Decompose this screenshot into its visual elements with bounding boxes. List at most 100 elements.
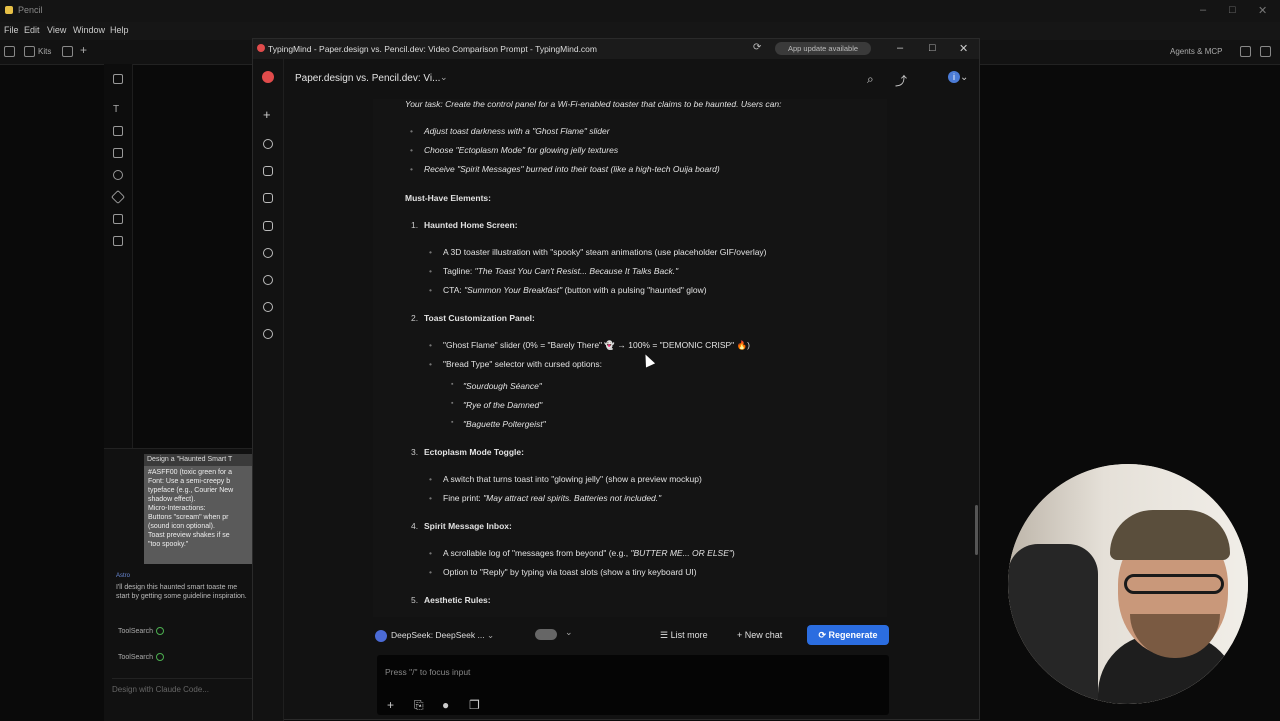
bubble-line: shadow effect). [148,496,196,503]
text-tool-icon[interactable]: T [113,104,123,115]
kits-label[interactable]: Kits [38,47,51,56]
list-more-button[interactable]: ☰ List more [660,625,708,645]
models-icon[interactable] [263,248,273,258]
tool-call[interactable]: ToolSearch [118,627,165,635]
list-item-title: Haunted Home Screen: [424,220,518,230]
list-bullet: A 3D toaster illustration with "spooky" … [429,247,766,257]
list-bullet: CTA: "Summon Your Breakfast" (button wit… [429,285,707,295]
team-icon[interactable] [263,302,273,312]
new-chat-button[interactable]: + New chat [737,625,782,645]
plus-icon: + [737,630,745,640]
chevron-down-icon: ⌄ [486,630,495,640]
list-item-title: Toast Customization Panel: [424,313,535,323]
sync-icon[interactable] [263,275,273,285]
tool-call-label: ToolSearch [118,627,154,635]
menu-view[interactable]: View [47,25,66,35]
maximize-icon[interactable]: □ [1229,4,1236,16]
claude-input[interactable]: Design with Claude Code... [112,678,252,703]
add-icon[interactable]: + [80,43,87,57]
add-icon[interactable]: + [387,698,394,712]
new-chat-label: New chat [744,630,783,640]
menu-help[interactable]: Help [110,25,129,35]
bullet-label: Tagline: [443,266,475,276]
regenerate-button[interactable]: ⟳ Regenerate [807,625,889,645]
list-number: 3. [411,447,419,457]
list-item-title: Aesthetic Rules: [424,595,491,605]
claude-user-message: #ASFF00 (toxic green for a Font: Use a s… [144,466,252,564]
close-icon[interactable]: ✕ [1258,4,1267,17]
component-tool-icon[interactable] [110,189,126,205]
list-number: 1. [411,220,419,230]
model-selector[interactable]: DeepSeek: DeepSeek ... ⌄ [375,625,525,645]
copy-icon[interactable]: ❐ [469,698,480,712]
glasses [1124,574,1224,594]
new-chat-icon[interactable]: + [263,108,273,121]
chat-title[interactable]: Paper.design vs. Pencil.dev: Vi... [295,73,440,84]
menu-edit[interactable]: Edit [24,25,40,35]
settings-tool-icon[interactable] [113,236,123,246]
search-icon[interactable]: ⌕ [867,72,874,87]
kits-icon[interactable] [24,46,35,57]
chevron-down-icon[interactable]: ⌄ [565,627,573,638]
plugins-icon[interactable] [263,221,273,231]
share-icon[interactable]: ⤴ [895,72,907,89]
list-number: 5. [411,595,419,605]
app-update-badge[interactable]: App update available [775,42,871,55]
scrollbar[interactable] [975,505,978,555]
agents-icon[interactable] [263,166,273,176]
chat-icon[interactable] [263,139,273,149]
message-content: Your task: Create the control panel for … [373,99,887,617]
plugins-toggle[interactable] [535,629,557,640]
maximize-icon[interactable]: □ [929,42,936,54]
list-item-title: Ectoplasm Mode Toggle: [424,447,524,457]
chat-header: Paper.design vs. Pencil.dev: Vi... ⌄ ⌕ ⤴… [283,59,979,99]
task-text: Your task: Create the control panel for … [405,99,782,109]
prompts-icon[interactable] [263,193,273,203]
panel-icon[interactable] [1240,46,1251,57]
settings-icon[interactable] [263,329,273,339]
minimize-icon[interactable]: – [897,42,903,54]
regenerate-label: Regenerate [828,630,878,640]
bubble-line: Micro-Interactions: [148,505,206,512]
agents-mcp-button[interactable]: Agents & MCP [1170,47,1222,56]
menu-file[interactable]: File [4,25,19,35]
list-number: 4. [411,521,419,531]
claude-code-panel: Design a "Haunted Smart T #ASFF00 (toxic… [104,448,254,721]
frame-tool-icon[interactable] [113,74,123,84]
note-tool-icon[interactable] [113,148,123,158]
list-bullet: Option to "Reply" by typing via toast sl… [429,567,697,577]
keyboard-tool-icon[interactable] [113,214,123,224]
layout-icon[interactable] [1260,46,1271,57]
typingmind-logo-icon[interactable] [262,71,274,83]
attach-icon[interactable]: ⎘ [414,698,424,713]
model-name: DeepSeek: DeepSeek ... [391,630,485,640]
bullet-text: "The Toast You Can't Resist... Because I… [474,266,679,276]
list-number: 2. [411,313,419,323]
tool-call[interactable]: ToolSearch [118,653,165,661]
typingmind-sidebar: + [253,59,284,721]
microphone-icon[interactable]: ● [442,698,449,712]
close-icon[interactable]: ✕ [959,42,968,55]
chevron-down-icon[interactable]: ⌄ [440,72,448,83]
image-icon[interactable] [62,46,73,57]
info-icon[interactable]: i [948,71,960,83]
bullet-tail: (button with a pulsing "haunted" glow) [562,285,707,295]
bubble-line: #ASFF00 (toxic green for a [148,469,233,476]
minimize-icon[interactable]: – [1200,4,1206,16]
hand-tool-icon[interactable] [113,170,123,180]
crop-tool-icon[interactable] [113,126,123,136]
pencil-titlebar: Pencil – □ ✕ [0,0,1280,22]
claude-chat-header: Design a "Haunted Smart T [144,454,252,466]
claude-reply: I'll design this haunted smart toaste me… [116,584,247,600]
bullet-italic: "BUTTER ME... OR ELSE" [630,548,732,558]
bubble-line: Buttons "scream" when pr [148,514,229,521]
sidebar-toggle-icon[interactable] [4,46,15,57]
menu-window[interactable]: Window [73,25,105,35]
chevron-down-icon[interactable]: ⌄ [960,72,968,83]
task-bullet: Choose "Ectoplasm Mode" for glowing jell… [410,145,618,155]
check-icon [156,627,165,635]
chat-input[interactable]: Press "/" to focus input + ⎘ ● ❐ [377,655,889,715]
chat-input-placeholder: Press "/" to focus input [385,667,471,677]
task-bullet: Receive "Spirit Messages" burned into th… [410,164,720,174]
refresh-icon[interactable]: ⟳ [753,42,761,53]
